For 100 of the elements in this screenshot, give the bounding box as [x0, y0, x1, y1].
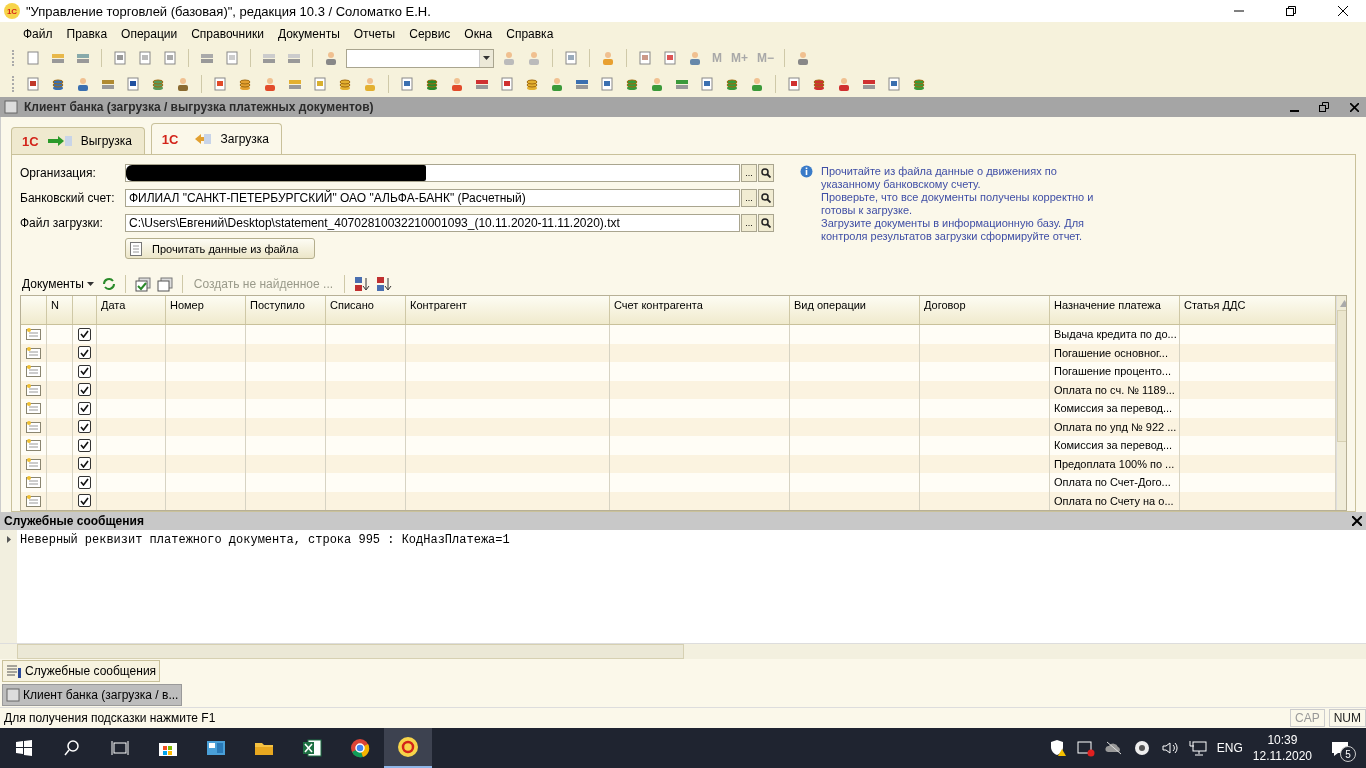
column-header[interactable]: Списано	[326, 296, 406, 325]
refresh-icon[interactable]	[101, 277, 116, 291]
tab-label: Выгрузка	[80, 134, 132, 148]
document-icon	[26, 365, 41, 378]
caret-icon	[86, 282, 94, 286]
table-cell: Комиссия за перевод...	[1050, 436, 1180, 455]
sort-ascending-icon[interactable]	[354, 276, 371, 292]
column-header[interactable]: Дата	[97, 296, 166, 325]
document-window-title: Клиент банка (загрузка / выгрузка платежных документов)	[24, 100, 375, 114]
checkbox[interactable]	[78, 475, 91, 489]
documents-menu-button[interactable]: Документы	[20, 277, 96, 291]
table-cell: Комиссия за перевод...	[1050, 399, 1180, 418]
menu-item[interactable]: Сервис	[402, 23, 458, 44]
horizontal-scrollbar[interactable]	[0, 643, 1366, 659]
app-taskbar-icon[interactable]	[384, 728, 432, 768]
uncheck-all-icon[interactable]	[156, 276, 173, 292]
minimize-icon	[1289, 109, 1299, 112]
caret-icon	[483, 56, 490, 60]
network-icon[interactable]	[1188, 740, 1207, 756]
menu-item[interactable]: Отчеты	[346, 23, 403, 44]
checkbox[interactable]	[78, 364, 91, 378]
checkbox[interactable]	[78, 383, 91, 397]
message-line: Неверный реквизит платежного документа, строка 995 : КодНазПлатежа=1	[19, 532, 511, 549]
speaker-device-icon[interactable]	[1132, 739, 1151, 757]
info-paragraph: Прочитайте из файла данные о движениях по указанному банковскому счету. Проверьте, что все документы получены корректно и готовы к загрузке. Загрузите документы в информационную базу. Для контроля результатов загрузки сформируйте отчет.	[821, 165, 1094, 244]
checkbox[interactable]	[78, 420, 91, 434]
document-icon	[26, 328, 41, 341]
status-indicator: CAP	[1290, 709, 1325, 727]
restore-icon	[1319, 102, 1329, 112]
window-icon	[6, 688, 20, 702]
choose-button[interactable]: ...	[741, 164, 757, 182]
checkbox[interactable]	[78, 401, 91, 415]
column-header[interactable]: Контрагент	[406, 296, 610, 325]
document-icon	[26, 402, 41, 415]
cloud-offline-icon[interactable]	[1104, 740, 1123, 756]
search-combo-field[interactable]	[346, 48, 494, 68]
menu-item[interactable]: Файл	[16, 23, 60, 44]
notifications-button[interactable]: 5	[1322, 728, 1358, 768]
window-panel-button[interactable]: Служебные сообщения	[2, 660, 161, 682]
column-header[interactable]: Поступило	[246, 296, 326, 325]
button-label: Служебные сообщения	[25, 664, 157, 678]
window-title: "Управление торговлей (базовая)", редакция 10.3 / Соломатко Е.Н.	[26, 3, 432, 19]
field-label: Банковский счет:	[20, 191, 116, 205]
close-icon[interactable]	[1352, 516, 1362, 526]
input-field[interactable]: ФИЛИАЛ "САНКТ-ПЕТЕРБУРГСКИЙ" ОАО "АЛЬФА-БАНК" (Расчетный)	[125, 189, 740, 207]
column-header[interactable]: Вид операции	[790, 296, 920, 325]
search-button[interactable]	[758, 164, 774, 182]
document-icon	[26, 457, 41, 470]
tab[interactable]: 1С Выгрузка	[11, 127, 145, 154]
checkbox[interactable]	[78, 438, 91, 452]
search-button[interactable]	[758, 214, 774, 232]
messages-panel-title: Служебные сообщения	[4, 514, 145, 528]
column-header[interactable]: N	[47, 296, 73, 325]
column-header[interactable]: Назначение платежа	[1050, 296, 1180, 325]
checkbox[interactable]	[78, 494, 91, 508]
window-icon	[4, 100, 18, 114]
check-all-icon[interactable]	[134, 276, 151, 292]
menu-item[interactable]: Справка	[499, 23, 561, 44]
clock[interactable]: 10:39 12.11.2020	[1252, 732, 1312, 764]
checkbox[interactable]	[78, 457, 91, 471]
input-field[interactable]	[125, 164, 740, 182]
table-cell: Оплата по Счету на о...	[1050, 491, 1180, 510]
tab[interactable]: 1С Загрузка	[150, 123, 282, 154]
tab-logo: 1С	[22, 133, 39, 149]
read-file-button[interactable]: Прочитать данные из файла	[125, 238, 315, 259]
maximize-icon	[1286, 6, 1296, 16]
messages-icon	[6, 663, 22, 679]
checkbox[interactable]	[78, 327, 91, 341]
column-header[interactable]: Счет контрагента	[610, 296, 790, 325]
dropdown-button[interactable]	[479, 49, 493, 67]
document-icon	[26, 494, 41, 507]
menu-item[interactable]: Операции	[114, 23, 185, 44]
close-icon	[1338, 6, 1348, 16]
windows-logo-icon	[16, 740, 32, 756]
shield-warning-icon[interactable]	[1048, 739, 1067, 757]
checkbox[interactable]	[78, 346, 91, 360]
language-indicator[interactable]: ENG	[1216, 741, 1243, 755]
column-header[interactable]: Договор	[920, 296, 1050, 325]
choose-button[interactable]: ...	[741, 189, 757, 207]
close-icon	[1349, 102, 1359, 112]
volume-icon[interactable]	[1160, 740, 1179, 756]
column-header[interactable]: Номер	[166, 296, 246, 325]
menu-item[interactable]: Справочники	[184, 23, 271, 44]
sort-descending-icon[interactable]	[376, 276, 393, 292]
status-indicator: NUM	[1328, 709, 1366, 727]
search-button[interactable]	[758, 189, 774, 207]
table-cell: Выдача кредита по до...	[1050, 325, 1180, 344]
window-panel-button[interactable]: Клиент банка (загрузка / в...	[2, 684, 183, 706]
document-icon	[26, 383, 41, 396]
button-label: Клиент банка (загрузка / в...	[23, 688, 179, 702]
expand-arrow-icon[interactable]	[6, 536, 11, 543]
menu-item[interactable]: Окна	[457, 23, 500, 44]
input-field[interactable]: C:\Users\Евгений\Desktop\statement_40702810032210001093_(10.11.2020-11.11.2020).txt	[125, 214, 740, 232]
menu-item[interactable]: Правка	[59, 23, 115, 44]
sync-alert-icon[interactable]	[1076, 739, 1095, 757]
choose-button[interactable]: ...	[741, 214, 757, 232]
menu-item[interactable]: Документы	[270, 23, 347, 44]
table-cell: Погашение проценто...	[1050, 362, 1180, 381]
field-label: Файл загрузки:	[20, 216, 104, 230]
notification-count: 5	[1340, 746, 1356, 762]
